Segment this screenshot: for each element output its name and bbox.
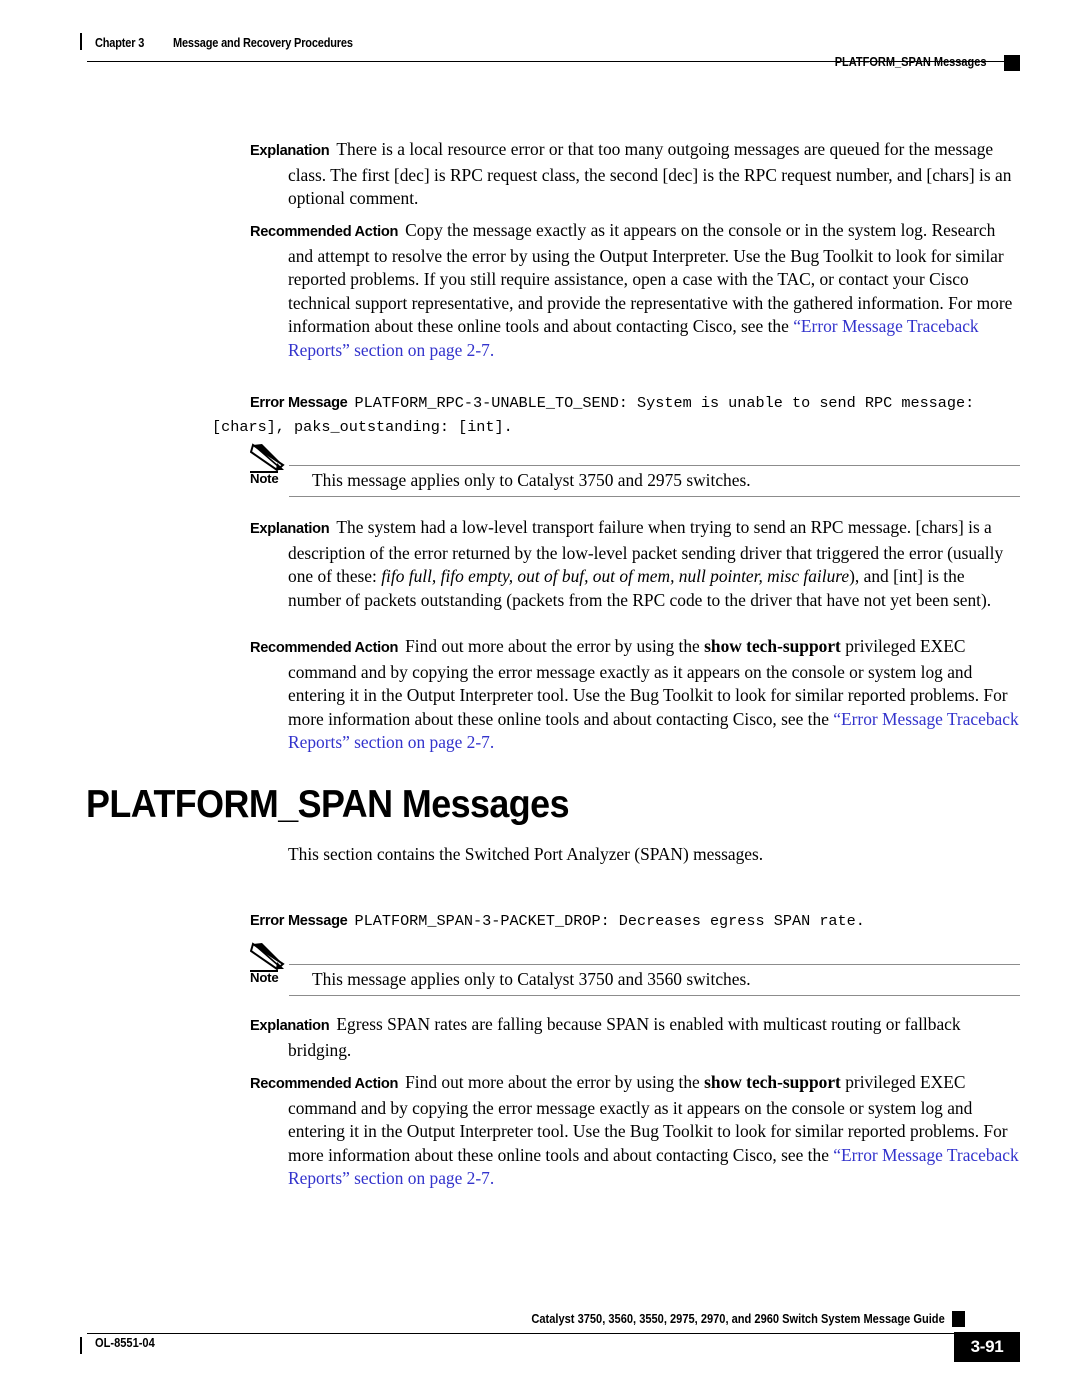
recommended-action-text-2a: Find out more about the error by using t… [405, 636, 705, 656]
explanation-error-values: fifo full, fifo empty, out of buf, out o… [381, 566, 850, 587]
recommended-action-block-2: Recommended Action Find out more about th… [250, 635, 1020, 755]
explanation-text-1: There is a local resource error or that … [288, 139, 1012, 209]
section-intro-text: This section contains the Switched Port … [288, 844, 764, 864]
explanation-block-3: Explanation Egress SPAN rates are falling… [250, 1013, 1020, 1062]
footer-divider [87, 1333, 982, 1334]
header-tab-marker [1004, 55, 1020, 71]
note-top-rule-2 [289, 964, 1020, 965]
error-message-code-line-1: PLATFORM_RPC-3-UNABLE_TO_SEND: System is… [354, 394, 975, 412]
recommended-action-label-2: Recommended Action [250, 640, 399, 656]
error-message-label-1: Error Message [250, 395, 348, 411]
error-message-label-2: Error Message [250, 913, 348, 929]
explanation-label-1: Explanation [250, 143, 330, 159]
footer-guide-title: Catalyst 3750, 3560, 3550, 2975, 2970, a… [531, 1312, 945, 1326]
document-page: Chapter 3 Message and Recovery Procedure… [0, 0, 1080, 1397]
note-bottom-rule-1 [289, 496, 1020, 497]
page-footer: Catalyst 3750, 3560, 3550, 2975, 2970, a… [80, 1306, 1020, 1376]
pencil-icon [249, 443, 292, 473]
recommended-action-paragraph-2: Recommended Action Find out more about th… [250, 635, 1020, 755]
explanation-text-3: Egress SPAN rates are falling because SP… [288, 1014, 961, 1060]
error-message-block-1: Error Message PLATFORM_RPC-3-UNABLE_TO_SE… [212, 391, 1040, 439]
error-message-code-line-2: [chars], paks_outstanding: [int]. [212, 417, 513, 436]
recommended-action-text-3a: Find out more about the error by using t… [405, 1072, 705, 1092]
recommended-action-label-3: Recommended Action [250, 1076, 399, 1092]
explanation-label-3: Explanation [250, 1018, 330, 1034]
note-text-2: This message applies only to Catalyst 37… [312, 969, 751, 989]
page-header: Chapter 3 Message and Recovery Procedure… [80, 30, 1020, 80]
explanation-paragraph-2: Explanation The system had a low-level tr… [250, 516, 1020, 612]
explanation-block-2: Explanation The system had a low-level tr… [250, 516, 1020, 612]
explanation-paragraph-1: Explanation There is a local resource err… [250, 138, 1020, 211]
pencil-icon [249, 942, 292, 972]
footer-tick-mark [80, 1337, 82, 1354]
show-tech-support-command-2: show tech-support [704, 636, 841, 656]
error-message-code-2: PLATFORM_SPAN-3-PACKET_DROP: Decreases e… [354, 912, 865, 930]
note-bottom-rule-2 [289, 995, 1020, 996]
show-tech-support-command-3: show tech-support [704, 1072, 841, 1092]
header-tick-mark [80, 33, 82, 50]
note-text-1: This message applies only to Catalyst 37… [312, 470, 751, 490]
note-label-1: Note [250, 471, 279, 486]
explanation-label-2: Explanation [250, 521, 330, 537]
header-chapter-group: Chapter 3 Message and Recovery Procedure… [80, 30, 377, 50]
section-intro-block: This section contains the Switched Port … [288, 843, 1020, 867]
recommended-action-period-3: . [489, 1168, 495, 1189]
header-chapter-number: Chapter 3 [95, 36, 145, 50]
error-message-paragraph-2: Error Message PLATFORM_SPAN-3-PACKET_DROP… [250, 909, 1040, 934]
recommended-action-period-1: . [489, 339, 495, 360]
section-heading: PLATFORM_SPAN Messages [86, 783, 570, 826]
recommended-action-label-1: Recommended Action [250, 224, 399, 240]
recommended-action-period-2: . [489, 732, 495, 753]
note-label-2: Note [250, 970, 279, 985]
note-top-rule-1 [289, 465, 1020, 466]
recommended-action-block-1: Recommended Action Copy the message exact… [250, 219, 1020, 363]
recommended-action-paragraph-3: Recommended Action Find out more about th… [250, 1071, 1020, 1191]
explanation-block-1: Explanation There is a local resource err… [250, 138, 1020, 211]
recommended-action-block-3: Recommended Action Find out more about th… [250, 1071, 1020, 1191]
error-message-paragraph-1: Error Message PLATFORM_RPC-3-UNABLE_TO_SE… [212, 391, 1040, 439]
footer-page-number: 3-91 [954, 1332, 1020, 1362]
error-message-block-2: Error Message PLATFORM_SPAN-3-PACKET_DROP… [250, 909, 1040, 934]
footer-tab-marker [952, 1311, 965, 1327]
header-chapter-title: Message and Recovery Procedures [172, 36, 353, 50]
header-running-head: PLATFORM_SPAN Messages [834, 55, 986, 69]
recommended-action-paragraph-1: Recommended Action Copy the message exact… [250, 219, 1020, 363]
explanation-paragraph-3: Explanation Egress SPAN rates are falling… [250, 1013, 1020, 1062]
footer-document-id: OL-8551-04 [95, 1336, 155, 1350]
